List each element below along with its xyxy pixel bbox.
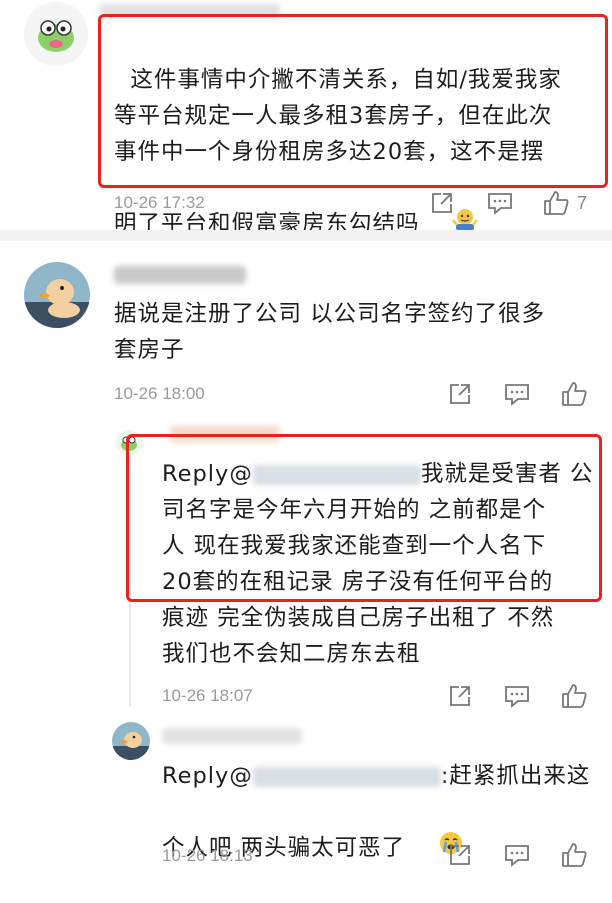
reply-time: 10-26 18:07 — [162, 686, 253, 705]
like-icon[interactable] — [560, 380, 588, 408]
like-icon[interactable] — [560, 682, 588, 710]
username-blurred — [114, 266, 246, 284]
reply-prefix: Reply@ — [162, 763, 253, 789]
comment-text: 据说是注册了公司 以公司名字签约了很多 套房子 — [114, 301, 546, 363]
share-icon[interactable] — [448, 684, 472, 708]
like-count: 7 — [577, 193, 588, 213]
share-icon[interactable] — [448, 382, 472, 406]
share-icon[interactable] — [430, 191, 454, 215]
comment-icon[interactable] — [504, 843, 530, 867]
like-icon[interactable] — [560, 841, 588, 869]
reply-time: 10-26 18:13 — [162, 846, 253, 865]
avatar[interactable] — [24, 262, 90, 328]
comment-icon[interactable] — [487, 191, 513, 215]
mention-blurred — [252, 766, 441, 787]
avatar[interactable] — [112, 722, 150, 760]
comment-time: 10-26 18:00 — [114, 384, 205, 403]
comment-icon[interactable] — [504, 382, 530, 406]
highlight-box — [126, 434, 602, 602]
reply-text: Reply@:赶紧抓出来这 个人吧 两头骗太可恶了 — [162, 758, 602, 903]
comment-time: 10-26 17:32 — [114, 193, 205, 212]
like-icon[interactable] — [542, 189, 570, 217]
avatar[interactable] — [24, 2, 88, 66]
divider — [0, 230, 612, 241]
highlight-box — [98, 14, 608, 188]
username-blurred — [162, 728, 302, 744]
comment-icon[interactable] — [504, 684, 530, 708]
share-icon[interactable] — [448, 843, 472, 867]
